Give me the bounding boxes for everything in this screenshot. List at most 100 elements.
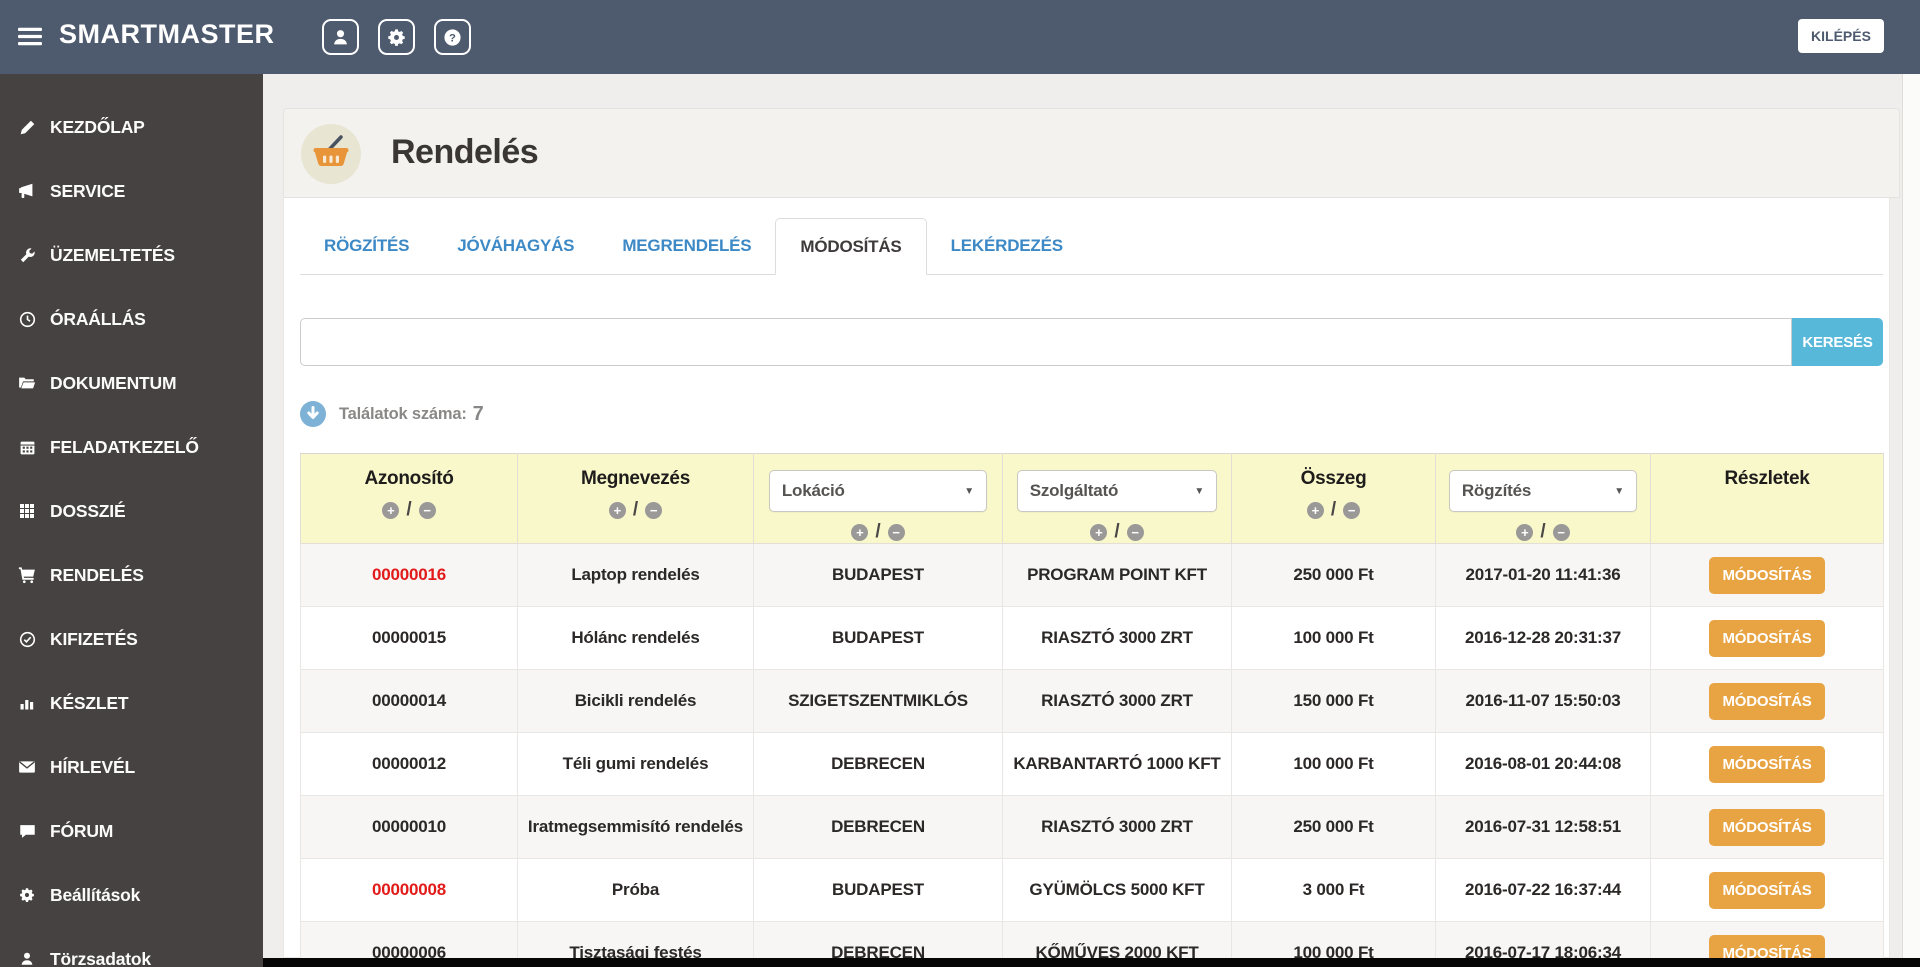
cell-megnevezes: Téli gumi rendelés bbox=[517, 732, 754, 796]
sidebar-item-hirlevel[interactable]: HÍRLEVÉL bbox=[0, 735, 263, 799]
application-window: SMARTMASTER ? KILÉPÉS KEZDŐLAP SERVICE Ü… bbox=[0, 0, 1920, 967]
sort-asc-icon[interactable]: + bbox=[851, 523, 869, 541]
orders-table: Azonosító + / − Megnevezés + / − Lokáció ▼ + /… bbox=[300, 453, 1884, 967]
cell-szolgaltato: RIASZTÓ 3000 ZRT bbox=[1002, 795, 1232, 859]
gear-icon bbox=[17, 886, 37, 904]
modify-button[interactable]: MÓDOSÍTÁS bbox=[1709, 871, 1825, 909]
tab-bar: RÖGZÍTÉS JÓVÁHAGYÁS MEGRENDELÉS MÓDOSÍTÁ… bbox=[300, 218, 1883, 275]
cell-szolgaltato: RIASZTÓ 3000 ZRT bbox=[1002, 669, 1232, 733]
sidebar-item-kezdolap[interactable]: KEZDŐLAP bbox=[0, 95, 263, 159]
profile-button[interactable] bbox=[322, 19, 359, 55]
scrollbar-track[interactable] bbox=[1902, 74, 1920, 958]
cell-osszeg: 250 000 Ft bbox=[1231, 543, 1436, 607]
folder-icon bbox=[17, 374, 37, 392]
sort-asc-icon[interactable]: + bbox=[1090, 523, 1108, 541]
cell-szolgaltato: RIASZTÓ 3000 ZRT bbox=[1002, 606, 1232, 670]
modify-button[interactable]: MÓDOSÍTÁS bbox=[1709, 556, 1825, 594]
sort-asc-icon[interactable]: + bbox=[1516, 523, 1534, 541]
tab-jovahagyas[interactable]: JÓVÁHAGYÁS bbox=[433, 218, 598, 274]
column-header-rogzites: Rögzítés ▼ + / − bbox=[1435, 453, 1651, 544]
sort-asc-icon[interactable]: + bbox=[382, 501, 400, 519]
table-row: 00000015 Hólánc rendelés BUDAPEST RIASZT… bbox=[300, 606, 1884, 670]
arrow-down-circle-icon[interactable] bbox=[300, 401, 326, 427]
cell-rogzites: 2016-11-07 15:50:03 bbox=[1435, 669, 1651, 733]
sort-controls: + / − bbox=[301, 499, 517, 521]
sort-desc-icon[interactable]: − bbox=[418, 501, 436, 519]
sidebar-item-beallitasok[interactable]: Beállítások bbox=[0, 863, 263, 927]
cart-icon bbox=[17, 566, 37, 584]
table-row: 00000016 Laptop rendelés BUDAPEST PROGRA… bbox=[300, 543, 1884, 607]
table-row: 00000010 Iratmegsemmisító rendelés DEBRE… bbox=[300, 795, 1884, 859]
sort-desc-icon[interactable]: − bbox=[887, 523, 905, 541]
cell-azonosito: 00000016 bbox=[300, 543, 518, 607]
cell-lokacio: BUDAPEST bbox=[753, 543, 1003, 607]
sidebar-item-rendeles[interactable]: RENDELÉS bbox=[0, 543, 263, 607]
cell-lokacio: BUDAPEST bbox=[753, 858, 1003, 922]
svg-text:?: ? bbox=[449, 32, 456, 44]
sidebar-item-feladatkezelo[interactable]: FELADATKEZELŐ bbox=[0, 415, 263, 479]
cell-osszeg: 3 000 Ft bbox=[1231, 858, 1436, 922]
tab-lekerdezes[interactable]: LEKÉRDEZÉS bbox=[927, 218, 1087, 274]
tab-rogzites[interactable]: RÖGZÍTÉS bbox=[300, 218, 433, 274]
sidebar-item-kifizetes[interactable]: KIFIZETÉS bbox=[0, 607, 263, 671]
logout-button[interactable]: KILÉPÉS bbox=[1798, 19, 1884, 53]
cell-szolgaltato: GYÜMÖLCS 5000 KFT bbox=[1002, 858, 1232, 922]
cell-megnevezes: Hólánc rendelés bbox=[517, 606, 754, 670]
sort-asc-icon[interactable]: + bbox=[608, 501, 626, 519]
cell-osszeg: 100 000 Ft bbox=[1231, 732, 1436, 796]
sidebar-item-service[interactable]: SERVICE bbox=[0, 159, 263, 223]
sidebar-item-forum[interactable]: FÓRUM bbox=[0, 799, 263, 863]
sort-asc-icon[interactable]: + bbox=[1306, 501, 1324, 519]
search-bar: KERESÉS bbox=[300, 318, 1883, 366]
cell-azonosito: 00000008 bbox=[300, 858, 518, 922]
cell-reszletek: MÓDOSÍTÁS bbox=[1650, 795, 1884, 859]
sidebar-item-torzsadatok[interactable]: Törzsadatok bbox=[0, 927, 263, 967]
cell-rogzites: 2016-08-01 20:44:08 bbox=[1435, 732, 1651, 796]
search-input[interactable] bbox=[300, 318, 1792, 366]
cell-reszletek: MÓDOSÍTÁS bbox=[1650, 858, 1884, 922]
grid-icon bbox=[17, 502, 37, 520]
cell-osszeg: 100 000 Ft bbox=[1231, 606, 1436, 670]
cell-rogzites: 2016-07-22 16:37:44 bbox=[1435, 858, 1651, 922]
sort-desc-icon[interactable]: − bbox=[645, 501, 663, 519]
column-header-reszletek: Részletek bbox=[1650, 453, 1884, 544]
sidebar-item-dokumentum[interactable]: DOKUMENTUM bbox=[0, 351, 263, 415]
sidebar-item-dosszie[interactable]: DOSSZIÉ bbox=[0, 479, 263, 543]
sort-desc-icon[interactable]: − bbox=[1126, 523, 1144, 541]
modify-button[interactable]: MÓDOSÍTÁS bbox=[1709, 682, 1825, 720]
modify-button[interactable]: MÓDOSÍTÁS bbox=[1709, 745, 1825, 783]
tab-megrendeles[interactable]: MEGRENDELÉS bbox=[598, 218, 775, 274]
cell-reszletek: MÓDOSÍTÁS bbox=[1650, 732, 1884, 796]
cell-reszletek: MÓDOSÍTÁS bbox=[1650, 669, 1884, 733]
cell-azonosito: 00000012 bbox=[300, 732, 518, 796]
table-row: 00000012 Téli gumi rendelés DEBRECEN KAR… bbox=[300, 732, 1884, 796]
column-header-lokacio: Lokáció ▼ + / − bbox=[753, 453, 1003, 544]
cell-szolgaltato: KARBANTARTÓ 1000 KFT bbox=[1002, 732, 1232, 796]
hamburger-menu-button[interactable] bbox=[18, 27, 42, 46]
modify-button[interactable]: MÓDOSÍTÁS bbox=[1709, 619, 1825, 657]
gear-icon bbox=[388, 28, 405, 46]
rogzites-filter-select[interactable]: Rögzítés ▼ bbox=[1448, 470, 1638, 512]
cell-azonosito: 00000015 bbox=[300, 606, 518, 670]
search-button[interactable]: KERESÉS bbox=[1792, 318, 1883, 366]
modify-button[interactable]: MÓDOSÍTÁS bbox=[1709, 808, 1825, 846]
cell-osszeg: 250 000 Ft bbox=[1231, 795, 1436, 859]
sort-desc-icon[interactable]: − bbox=[1343, 501, 1361, 519]
cell-lokacio: BUDAPEST bbox=[753, 606, 1003, 670]
sort-controls: + / − bbox=[518, 499, 753, 521]
settings-button[interactable] bbox=[378, 19, 415, 55]
chevron-down-icon: ▼ bbox=[964, 485, 975, 497]
help-button[interactable]: ? bbox=[434, 19, 471, 55]
cell-lokacio: SZIGETSZENTMIKLÓS bbox=[753, 669, 1003, 733]
sidebar-item-oraallas[interactable]: ÓRAÁLLÁS bbox=[0, 287, 263, 351]
table-row: 00000008 Próba BUDAPEST GYÜMÖLCS 5000 KF… bbox=[300, 858, 1884, 922]
cell-rogzites: 2017-01-20 11:41:36 bbox=[1435, 543, 1651, 607]
chevron-down-icon: ▼ bbox=[1194, 485, 1205, 497]
lokacio-filter-select[interactable]: Lokáció ▼ bbox=[768, 470, 988, 512]
sidebar-item-keszlet[interactable]: KÉSZLET bbox=[0, 671, 263, 735]
sidebar-item-uzemeltetes[interactable]: ÜZEMELTETÉS bbox=[0, 223, 263, 287]
sort-desc-icon[interactable]: − bbox=[1552, 523, 1570, 541]
szolgaltato-filter-select[interactable]: Szolgáltató ▼ bbox=[1016, 470, 1218, 512]
tab-modositas[interactable]: MÓDOSÍTÁS bbox=[775, 218, 927, 275]
main-content: Rendelés RÖGZÍTÉS JÓVÁHAGYÁS MEGRENDELÉS… bbox=[263, 74, 1920, 967]
